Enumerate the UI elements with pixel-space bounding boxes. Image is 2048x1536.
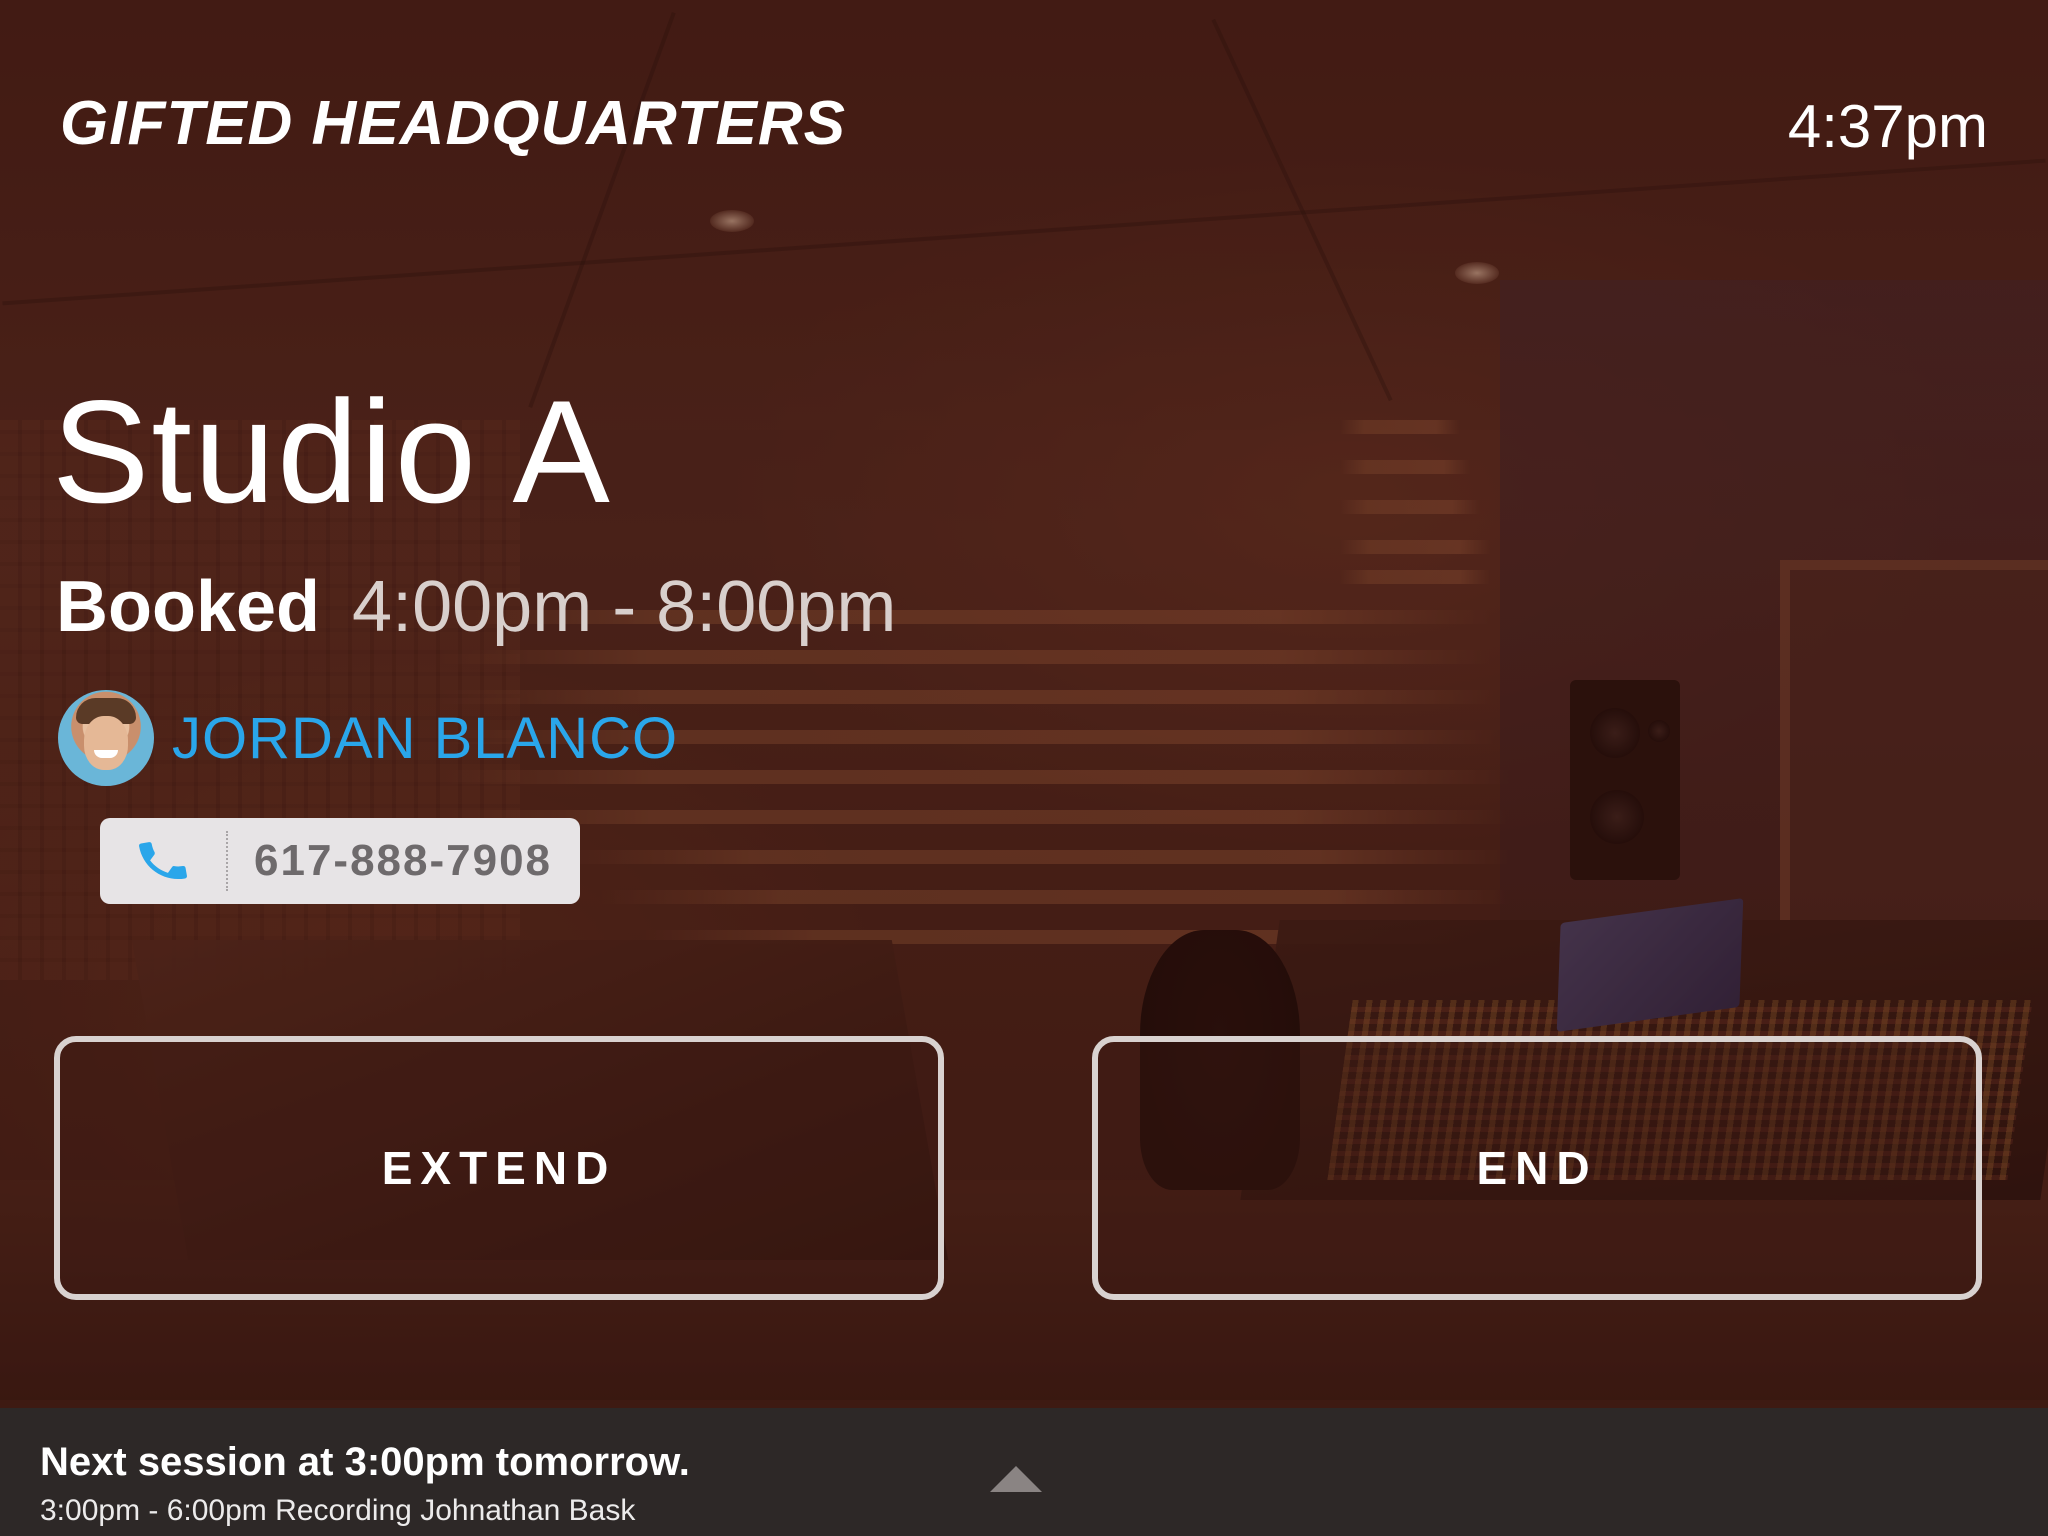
phone-icon <box>100 831 228 891</box>
guest-name-link[interactable]: JORDAN BLANCO <box>172 705 678 772</box>
booking-summary: Booked 4:00pm - 8:00pm <box>56 566 896 648</box>
chevron-up-icon[interactable] <box>990 1466 1042 1492</box>
extend-button[interactable]: EXTEND <box>54 1036 944 1300</box>
avatar-face <box>84 716 128 770</box>
phone-number: 617-888-7908 <box>254 836 553 885</box>
booking-time-range: 4:00pm - 8:00pm <box>352 567 897 647</box>
next-session-headline: Next session at 3:00pm tomorrow. <box>40 1440 690 1484</box>
phone-button[interactable]: 617-888-7908 <box>100 818 580 904</box>
end-button[interactable]: END <box>1092 1036 1982 1300</box>
next-session-detail: 3:00pm - 6:00pm Recording Johnathan Bask <box>40 1494 636 1527</box>
room-name: Studio A <box>52 370 612 533</box>
avatar <box>58 690 154 786</box>
booking-status: Booked <box>56 567 321 647</box>
venue-title: GIFTED HEADQUARTERS <box>60 89 847 158</box>
next-session-bar[interactable]: Next session at 3:00pm tomorrow. 3:00pm … <box>0 1408 2048 1536</box>
current-time: 4:37pm <box>1787 93 1988 160</box>
guest-row[interactable]: JORDAN BLANCO <box>58 688 678 788</box>
room-display-screen: GIFTED HEADQUARTERS 4:37pm Studio A Book… <box>0 0 2048 1536</box>
